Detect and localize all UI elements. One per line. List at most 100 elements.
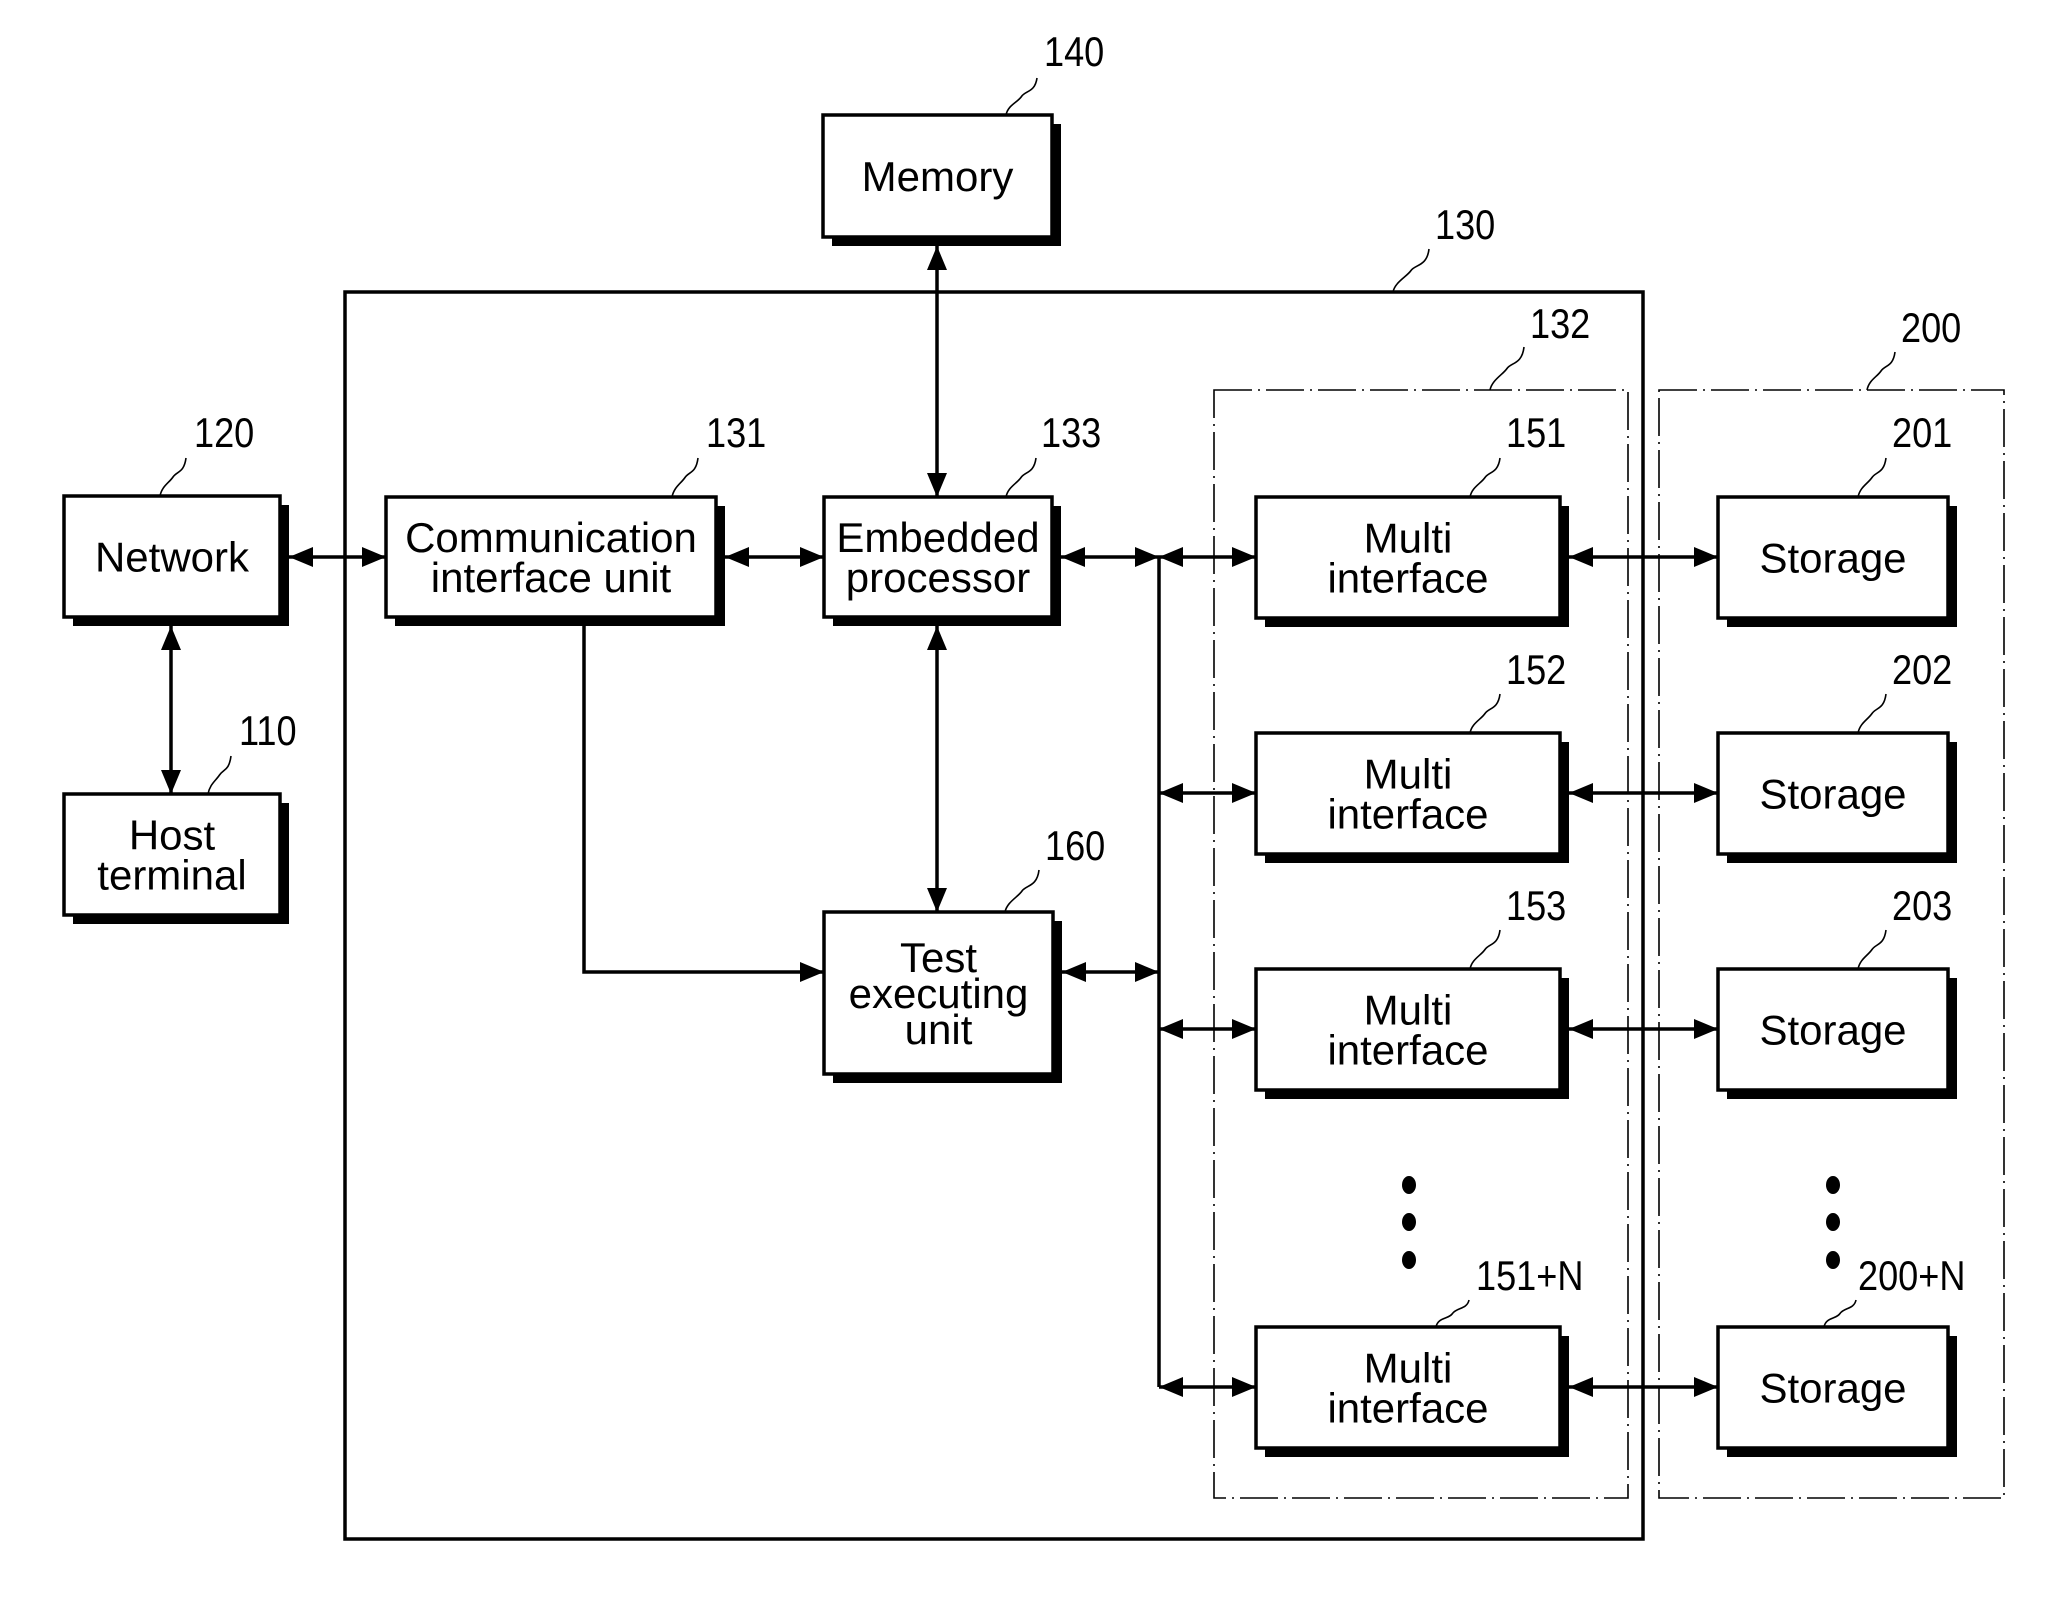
block-diagram: Memory Network Hostterminal Communicationin… xyxy=(62,30,2005,1541)
bus-multi-1-left-arrowhead xyxy=(1159,547,1183,567)
test-down-arrowhead xyxy=(927,888,947,912)
host-label-line: terminal xyxy=(97,852,246,899)
storage-group-leader-line xyxy=(1866,351,1896,391)
embedded-leader-line xyxy=(1005,457,1037,498)
storage-2-leader-line xyxy=(1857,693,1887,734)
bus-multi-2-left-arrowhead xyxy=(1159,783,1183,803)
comm-embedded-right-arrowhead xyxy=(800,547,824,567)
host-leader-line xyxy=(207,755,232,795)
test-bus-right-arrowhead xyxy=(1135,962,1159,982)
bus-multi-3-right-arrowhead xyxy=(1232,1019,1256,1039)
multi-n-label-line: interface xyxy=(1327,1385,1488,1432)
multi-3-storage-left-arrowhead xyxy=(1569,1019,1593,1039)
embedded-bus-left-arrowhead xyxy=(1061,547,1085,567)
multi-3-block: Multiinterface xyxy=(1254,967,1569,1099)
comm-block: Communicationinterface unit xyxy=(384,495,725,626)
storage-2-block: Storage xyxy=(1716,731,1957,863)
multi-2-leader-line xyxy=(1469,693,1501,734)
multi-ellipsis-dot-3 xyxy=(1402,1251,1416,1269)
multi-n-block: Multiinterface xyxy=(1254,1325,1569,1457)
storage-1-leader-line xyxy=(1857,457,1887,498)
network-block: Network xyxy=(62,494,289,626)
comm-test-connector xyxy=(582,626,824,974)
multi-1-leader-line xyxy=(1469,457,1501,498)
storage-1-ref-label: 201 xyxy=(1892,411,1952,457)
multi-2-storage-right-arrowhead xyxy=(1694,783,1718,803)
test-label-line: unit xyxy=(905,1006,973,1053)
memory-ref-label: 140 xyxy=(1044,30,1104,76)
bus-multi-1-right-arrowhead xyxy=(1232,547,1256,567)
network-leader-line xyxy=(159,457,187,497)
memory-up-arrowhead xyxy=(927,246,947,270)
memory-label-line: Memory xyxy=(862,153,1014,200)
multi-2-label-line: interface xyxy=(1327,791,1488,838)
multi-1-label-line: interface xyxy=(1327,555,1488,602)
multi-group-leader-line xyxy=(1489,346,1525,391)
storage-1-block: Storage xyxy=(1716,495,1957,627)
device-ref-label: 130 xyxy=(1435,203,1495,249)
multi-ellipsis-dot-1 xyxy=(1402,1176,1416,1194)
network-ref-label: 120 xyxy=(194,411,254,457)
multi-n-ref-label: 151+N xyxy=(1476,1254,1583,1300)
multi-ellipsis-dot-2 xyxy=(1402,1213,1416,1231)
storage-ellipsis-dot-2 xyxy=(1826,1213,1840,1231)
test-block: Testexecutingunit xyxy=(822,910,1062,1083)
network-comm-right-arrowhead xyxy=(362,547,386,567)
storage-2-ref-label: 202 xyxy=(1892,648,1952,694)
host-block: Hostterminal xyxy=(62,792,289,924)
bus-multi-3-left-arrowhead xyxy=(1159,1019,1183,1039)
storage-2-label-line: Storage xyxy=(1759,771,1906,818)
embedded-up-arrowhead xyxy=(927,626,947,650)
storage-3-block: Storage xyxy=(1716,967,1957,1099)
network-host-up-arrowhead xyxy=(161,626,181,650)
test-ref-label: 160 xyxy=(1045,824,1105,870)
multi-1-ref-label: 151 xyxy=(1506,411,1566,457)
network-comm-left-arrowhead xyxy=(289,547,313,567)
storage-n-leader-line xyxy=(1823,1299,1857,1328)
storage-3-ref-label: 203 xyxy=(1892,884,1952,930)
storage-n-block: Storage xyxy=(1716,1325,1957,1457)
multi-3-ref-label: 153 xyxy=(1506,884,1566,930)
multi-3-leader-line xyxy=(1469,929,1501,970)
embedded-down-arrowhead xyxy=(927,473,947,497)
network-label-line: Network xyxy=(95,534,250,581)
multi-n-storage-right-arrowhead xyxy=(1694,1377,1718,1397)
storage-3-leader-line xyxy=(1857,929,1887,970)
memory-leader-line xyxy=(1005,77,1038,116)
storage-1-label-line: Storage xyxy=(1759,535,1906,582)
storage-n-ref-label: 200+N xyxy=(1858,1254,1965,1300)
device-leader-line xyxy=(1392,248,1430,293)
storage-ellipsis-dot-3 xyxy=(1826,1251,1840,1269)
storage-group-ref-label: 200 xyxy=(1901,306,1961,352)
multi-3-label-line: interface xyxy=(1327,1027,1488,1074)
host-ref-label: 110 xyxy=(239,709,297,755)
comm-label-line: interface unit xyxy=(431,554,672,601)
network-host-down-arrowhead xyxy=(161,770,181,794)
multi-group-ref-label: 132 xyxy=(1530,302,1590,348)
multi-1-storage-left-arrowhead xyxy=(1569,547,1593,567)
embedded-bus-right-arrowhead xyxy=(1135,547,1159,567)
embedded-ref-label: 133 xyxy=(1041,411,1101,457)
test-bus-left-arrowhead xyxy=(1062,962,1086,982)
storage-3-label-line: Storage xyxy=(1759,1007,1906,1054)
bus-multi-n-left-arrowhead xyxy=(1159,1377,1183,1397)
bus-multi-n-right-arrowhead xyxy=(1232,1377,1256,1397)
comm-leader-line xyxy=(671,457,699,498)
multi-1-block: Multiinterface xyxy=(1254,495,1569,627)
storage-n-label-line: Storage xyxy=(1759,1365,1906,1412)
storage-ellipsis-dot-1 xyxy=(1826,1176,1840,1194)
bus-multi-2-right-arrowhead xyxy=(1232,783,1256,803)
embedded-label-line: processor xyxy=(846,554,1030,601)
comm-test-right-arrowhead xyxy=(800,962,824,982)
multi-1-storage-right-arrowhead xyxy=(1694,547,1718,567)
multi-n-leader-line xyxy=(1435,1299,1470,1328)
comm-ref-label: 131 xyxy=(706,411,766,457)
multi-2-ref-label: 152 xyxy=(1506,648,1566,694)
memory-block: Memory xyxy=(821,113,1061,246)
multi-2-block: Multiinterface xyxy=(1254,731,1569,863)
embedded-block: Embeddedprocessor xyxy=(822,495,1061,626)
comm-embedded-left-arrowhead xyxy=(725,547,749,567)
multi-3-storage-right-arrowhead xyxy=(1694,1019,1718,1039)
multi-2-storage-left-arrowhead xyxy=(1569,783,1593,803)
test-leader-line xyxy=(1004,869,1040,913)
